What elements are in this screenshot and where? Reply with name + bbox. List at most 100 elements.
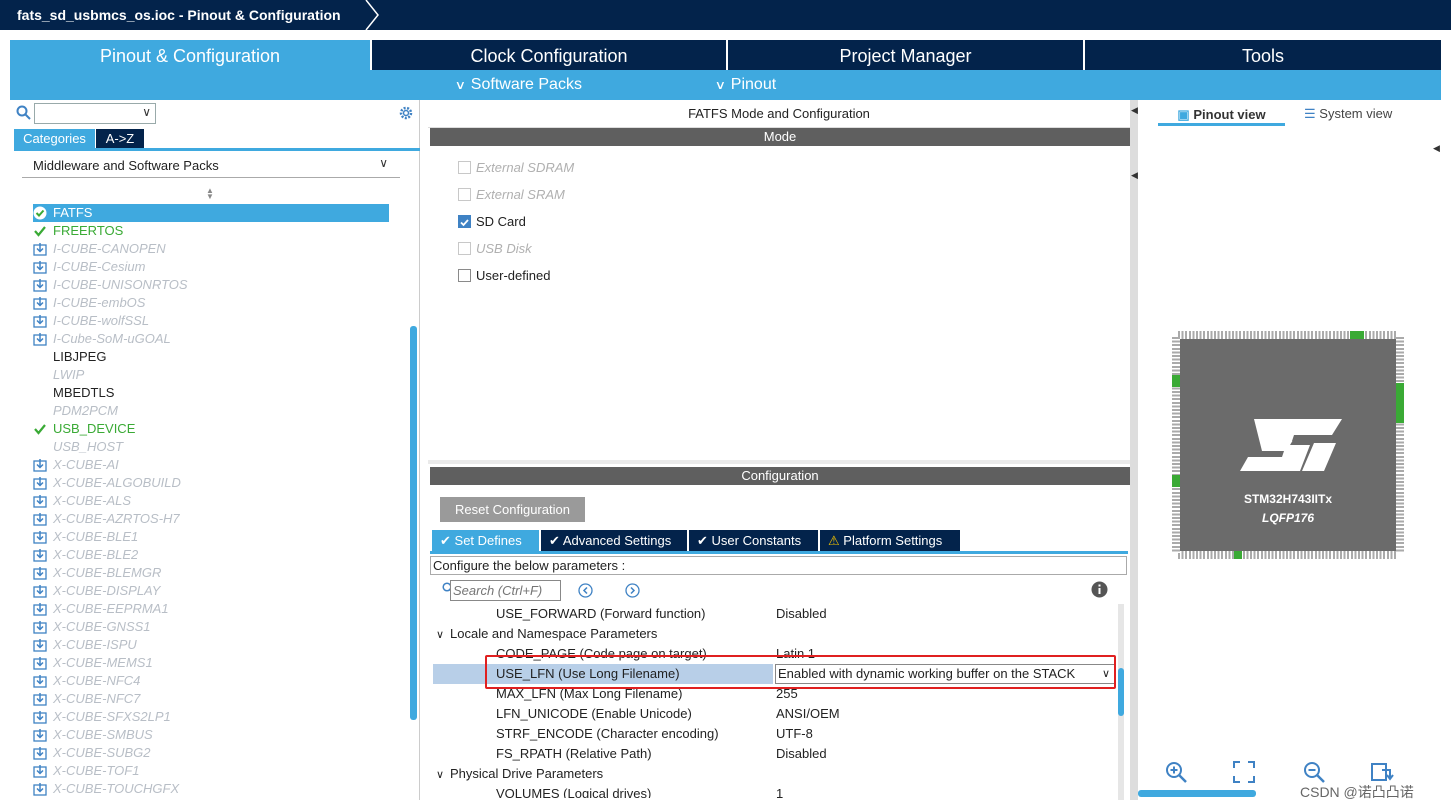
active-pins-top <box>1350 331 1364 339</box>
mode-option-label: User-defined <box>476 268 551 283</box>
check-circle-icon: ✔ <box>440 533 451 548</box>
gear-icon[interactable] <box>398 105 414 121</box>
chip-diagram[interactable]: STM32H743IITx LQFP176 <box>1172 331 1404 559</box>
tab-a-z[interactable]: A->Z <box>96 129 144 148</box>
download-pack-icon <box>33 765 47 778</box>
download-pack-icon <box>33 603 47 616</box>
tab-pinout-configuration[interactable]: Pinout & Configuration <box>10 40 370 70</box>
param-row-strf-encode[interactable]: STRF_ENCODE (Character encoding) UTF-8 <box>433 724 1115 744</box>
previous-icon[interactable] <box>578 583 593 598</box>
next-icon[interactable] <box>625 583 640 598</box>
download-pack-icon <box>33 297 47 310</box>
chip-body: STM32H743IITx LQFP176 <box>1180 339 1396 551</box>
mode-checkbox[interactable] <box>458 269 471 282</box>
list-item-label: X-CUBE-ALGOBUILD <box>53 475 181 490</box>
download-pack-icon <box>33 477 47 490</box>
tab-categories[interactable]: Categories <box>14 129 95 148</box>
list-item-label: X-CUBE-NFC4 <box>53 673 141 688</box>
pin-col-right <box>1396 337 1404 553</box>
collapse-right-icon[interactable]: ◀ <box>1131 170 1138 181</box>
tab-clock-configuration[interactable]: Clock Configuration <box>372 40 726 70</box>
check-circle-icon: ✔ <box>549 533 560 548</box>
collapse-right-panel-icon[interactable]: ◀ <box>1433 143 1440 154</box>
mode-checkbox[interactable] <box>458 215 471 228</box>
st-logo <box>1240 419 1342 471</box>
mode-checkbox <box>458 161 471 174</box>
reset-configuration-button[interactable]: Reset Configuration <box>440 497 585 522</box>
chevron-down-icon: ∨ <box>436 629 445 641</box>
check-circle-icon <box>33 206 47 220</box>
list-item-label: X-CUBE-SFXS2LP1 <box>53 709 171 724</box>
param-value: 1 <box>776 786 784 798</box>
zoom-out-icon[interactable] <box>1302 760 1326 784</box>
watermark: CSDN @诺凸凸诺 <box>1300 784 1414 800</box>
tab-system-view[interactable]: ☰ System view <box>1304 106 1392 122</box>
software-packs-menu[interactable]: ∨ Software Packs <box>454 76 582 94</box>
tab-platform-settings[interactable]: ⚠ Platform Settings <box>820 530 960 551</box>
page-title: FATFS Mode and Configuration <box>688 106 870 121</box>
chevron-down-icon: ∨ <box>454 78 467 92</box>
mode-header: Mode <box>430 128 1130 146</box>
list-item-label: X-CUBE-MEMS1 <box>53 655 153 670</box>
param-name: USE_FORWARD (Forward function) <box>496 606 706 621</box>
right-scrollbar[interactable] <box>1138 790 1256 797</box>
list-item-label: PDM2PCM <box>53 403 119 418</box>
parameter-search-input[interactable] <box>450 580 561 601</box>
active-pins-left <box>1172 375 1180 387</box>
section-header[interactable]: Middleware and Software Packs ∨ <box>22 155 400 178</box>
download-pack-icon <box>33 315 47 328</box>
search-icon <box>16 105 31 120</box>
param-row-volumes[interactable]: VOLUMES (Logical drives) 1 <box>433 784 1115 798</box>
download-pack-icon <box>33 243 47 256</box>
config-scrollbar-thumb[interactable] <box>1118 668 1124 716</box>
download-pack-icon <box>33 459 47 472</box>
tab-project-manager[interactable]: Project Manager <box>728 40 1083 70</box>
download-pack-icon <box>33 585 47 598</box>
collapse-left-icon[interactable]: ◀ <box>1131 105 1138 116</box>
chip-icon: ▣ <box>1177 107 1190 122</box>
sort-icon[interactable]: ▲ ▼ <box>206 187 214 201</box>
param-row-fs-rpath[interactable]: FS_RPATH (Relative Path) Disabled <box>433 744 1115 764</box>
list-item-label: I-CUBE-UNISONRTOS <box>53 277 188 292</box>
tab-tools[interactable]: Tools <box>1085 40 1441 70</box>
mode-checkbox <box>458 188 471 201</box>
tab-platform-settings-label: Platform Settings <box>843 533 943 548</box>
param-value: ANSI/OEM <box>776 706 840 721</box>
tab-pinout-view[interactable]: ▣ Pinout view <box>1158 106 1285 126</box>
download-pack-icon <box>33 711 47 724</box>
window-title: fats_sd_usbmcs_os.ioc - Pinout & Configu… <box>17 7 341 23</box>
tab-set-defines[interactable]: ✔ Set Defines <box>432 530 539 551</box>
list-item-label: X-CUBE-AZRTOS-H7 <box>53 511 180 526</box>
download-pack-icon <box>33 531 47 544</box>
active-pins-right <box>1396 383 1404 423</box>
splitter[interactable] <box>428 460 1130 464</box>
list-item-label: X-CUBE-SMBUS <box>53 727 153 742</box>
check-icon <box>460 219 469 227</box>
search-combo[interactable]: ∨ <box>34 103 156 124</box>
rows-mask <box>430 798 1130 810</box>
group-physical[interactable]: ∨ Physical Drive Parameters <box>433 764 603 785</box>
chip-name: STM32H743IITx <box>1243 492 1333 506</box>
param-name: LFN_UNICODE (Enable Unicode) <box>496 706 692 721</box>
tab-advanced-settings[interactable]: ✔ Advanced Settings <box>541 530 687 551</box>
zoom-in-icon[interactable] <box>1164 760 1188 784</box>
list-item-label: X-CUBE-BLE2 <box>53 547 139 562</box>
panel-splitter[interactable] <box>1130 100 1138 800</box>
tab-underline <box>14 148 420 151</box>
group-locale[interactable]: ∨ Locale and Namespace Parameters <box>433 624 657 645</box>
export-icon[interactable] <box>1370 760 1394 784</box>
list-item-label: I-CUBE-Cesium <box>53 259 146 274</box>
tab-user-constants[interactable]: ✔ User Constants <box>689 530 818 551</box>
info-icon[interactable] <box>1091 581 1108 598</box>
check-circle-icon: ✔ <box>697 533 708 548</box>
tab-pinout-view-label: Pinout view <box>1193 107 1266 122</box>
list-item-label: I-Cube-SoM-uGOAL <box>53 331 171 346</box>
fit-to-screen-icon[interactable] <box>1232 760 1256 784</box>
param-row-use-forward[interactable]: USE_FORWARD (Forward function) Disabled <box>433 604 1115 624</box>
mode-option-label: SD Card <box>476 214 526 229</box>
list-item-label: LWIP <box>53 367 85 382</box>
pinout-menu[interactable]: ∨ Pinout <box>715 76 776 94</box>
param-row-lfn-unicode[interactable]: LFN_UNICODE (Enable Unicode) ANSI/OEM <box>433 704 1115 724</box>
list-item-label: I-CUBE-CANOPEN <box>53 241 166 256</box>
left-scrollbar[interactable] <box>410 326 417 720</box>
